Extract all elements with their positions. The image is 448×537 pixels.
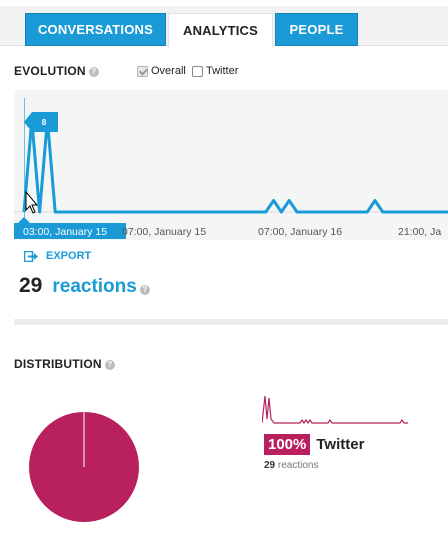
filter-twitter[interactable]: Twitter <box>192 65 238 77</box>
x-tick-label: 07:00, January 16 <box>258 226 342 238</box>
twitter-checkbox[interactable] <box>192 65 203 77</box>
distribution-heading: DISTRIBUTION? <box>14 357 115 371</box>
distribution-pie-chart[interactable] <box>28 411 140 523</box>
distribution-title: DISTRIBUTION <box>14 357 102 371</box>
x-tick-label: 03:00, January 15 <box>23 226 107 238</box>
x-tick-label: 07:00, January 15 <box>122 226 206 238</box>
x-tick-label: 21:00, Ja <box>398 226 441 238</box>
tab-conversations[interactable]: CONVERSATIONS <box>25 13 166 46</box>
evolution-heading: EVOLUTION? <box>14 64 99 78</box>
twitter-label: Twitter <box>206 65 239 77</box>
help-icon[interactable]: ? <box>104 359 115 370</box>
section-divider <box>14 319 448 325</box>
share-unit: reactions <box>277 460 319 471</box>
share-count: 29 <box>264 460 276 471</box>
tab-people[interactable]: PEOPLE <box>275 13 358 46</box>
share-network-name: Twitter <box>316 436 365 453</box>
reactions-total: 29 reactions ? <box>19 274 150 298</box>
evolution-chart[interactable]: 8 03:00, January 15 07:00, January 15 07:0… <box>14 90 448 240</box>
evolution-title: EVOLUTION <box>14 64 86 78</box>
export-icon <box>24 250 38 262</box>
twitter-share: 100% Twitter <box>264 434 364 455</box>
overall-checkbox[interactable] <box>137 65 148 77</box>
twitter-sparkline <box>262 395 408 425</box>
sparkline-line <box>262 395 408 425</box>
filter-overall[interactable]: Overall <box>137 65 186 77</box>
tab-bar: CONVERSATIONS ANALYTICS PEOPLE <box>0 0 448 47</box>
export-label: EXPORT <box>46 250 92 262</box>
share-percent-badge: 100% <box>264 434 311 455</box>
help-icon[interactable]: ? <box>139 285 150 295</box>
overall-label: Overall <box>151 65 186 77</box>
share-reactions: 29 reactions <box>264 460 318 471</box>
reactions-count: 29 <box>19 274 43 297</box>
tab-analytics[interactable]: ANALYTICS <box>168 13 273 47</box>
export-button[interactable]: EXPORT <box>24 250 91 262</box>
reactions-label[interactable]: reactions <box>52 276 136 298</box>
tooltip-value: 8 <box>42 118 47 127</box>
chart-background <box>14 90 448 240</box>
help-icon[interactable]: ? <box>88 66 99 77</box>
